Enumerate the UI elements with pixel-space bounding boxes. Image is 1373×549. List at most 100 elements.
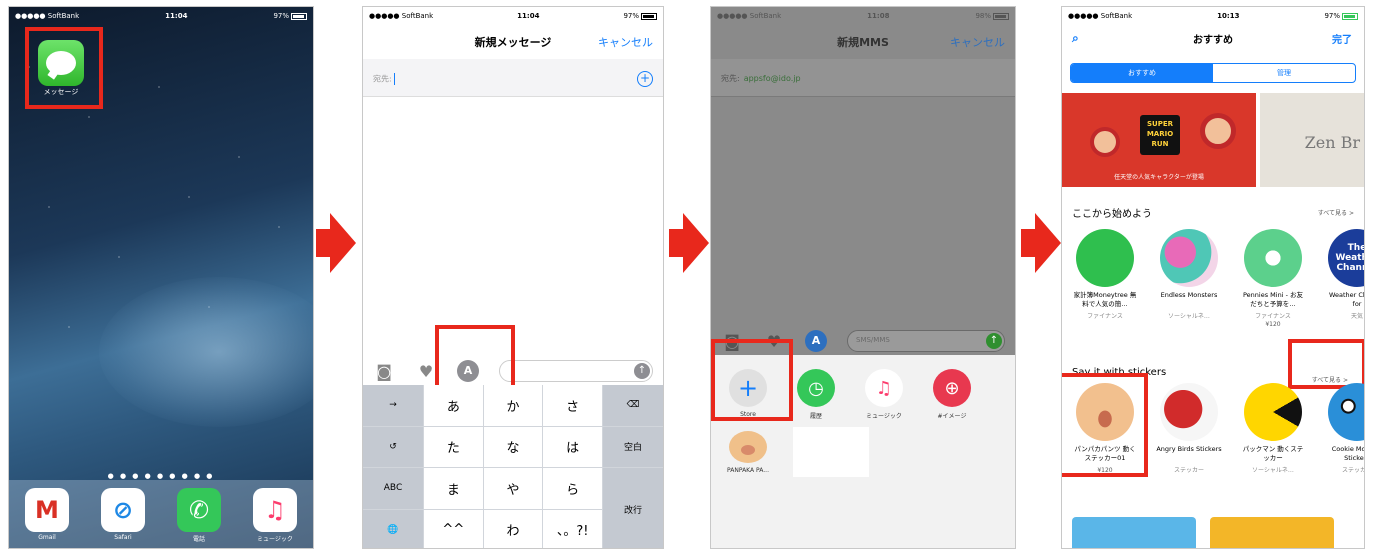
step-arrow-right [669, 213, 709, 273]
app-name: 家計簿Moneytree 無料で人気の簡… [1073, 291, 1137, 308]
key-wa[interactable]: わ [483, 509, 543, 548]
key-undo[interactable]: ↺ [363, 426, 423, 467]
key-ta[interactable]: た [424, 426, 483, 467]
app-price: ¥120 [1265, 321, 1281, 328]
clock: 10:13 [1217, 12, 1240, 20]
panpaka-sticker-app[interactable]: PANPAKA PA... [725, 431, 771, 474]
imessage-app-store-screen: ●●●●● SoftBank 10:13 97% ⌕ おすすめ 完了 おすすめ … [1061, 6, 1365, 549]
dock-app-music[interactable]: ♫ ミュージック [252, 488, 298, 543]
key-ha[interactable]: は [543, 426, 602, 467]
search-icon[interactable]: ⌕ [1072, 31, 1079, 46]
featured-banner-mario[interactable]: SUPER MARIO RUN 任天堂の人気キャラクターが登場 [1062, 93, 1256, 187]
promo-tile[interactable] [1210, 517, 1334, 548]
sticker-card[interactable]: パックマン 動くステッカー ソーシャルネ… [1240, 383, 1306, 474]
key-space[interactable]: 空白 [603, 426, 663, 467]
recipient-field[interactable]: 宛先: + [363, 59, 663, 97]
promo-tile[interactable] [1072, 517, 1196, 548]
key-ra[interactable]: ら [543, 468, 602, 509]
carrier-label: ●●●●● SoftBank [369, 12, 434, 20]
app-card[interactable]: The Weather Channel Weather Channel for … [1324, 229, 1364, 328]
battery-icon [291, 12, 307, 20]
dock-label: 電話 [192, 536, 205, 543]
app-name: パックマン 動くステッカー [1242, 445, 1304, 462]
safari-icon: ⊘ [101, 488, 145, 532]
digital-touch-icon[interactable]: ♥ [415, 362, 437, 381]
page-indicator: ● ● ● ● ● ● ● ● ● [107, 472, 215, 480]
key-na[interactable]: な [483, 426, 543, 467]
mario-character-image [1090, 127, 1120, 157]
battery-icon [641, 12, 657, 20]
app-row: 家計簿Moneytree 無料で人気の簡… ファイナンス Endless Mon… [1072, 229, 1364, 328]
cancel-button[interactable]: キャンセル [598, 34, 653, 50]
highlight-store-button [711, 339, 793, 421]
status-bar: ●●●●● SoftBank 11:08 98% [711, 7, 1015, 25]
key-abc[interactable]: ABC [363, 468, 423, 509]
key-ma[interactable]: ま [424, 468, 483, 509]
key-emoticon[interactable]: ^^ [424, 509, 483, 548]
key-a[interactable]: あ [424, 385, 483, 426]
images-app[interactable]: ⊕ #イメージ [929, 369, 975, 420]
banner-caption: 任天堂の人気キャラクターが登場 [1114, 174, 1204, 181]
dock-app-phone[interactable]: ✆ 電話 [176, 488, 222, 543]
key-punctuation[interactable]: 、。?! [543, 509, 602, 548]
camera-icon[interactable]: ◙ [373, 362, 395, 381]
dock-app-safari[interactable]: ⊘ Safari [100, 488, 146, 541]
battery-icon [993, 12, 1009, 20]
dock-app-gmail[interactable]: M Gmail [24, 488, 70, 541]
home-screen: ●●●●● SoftBank 11:04 97% メッセージ ● ● ● ● ●… [8, 6, 314, 549]
app-card[interactable]: 家計簿Moneytree 無料で人気の簡… ファイナンス [1072, 229, 1138, 328]
to-label: 宛先: [721, 74, 740, 83]
carrier-label: ●●●●● SoftBank [717, 12, 782, 20]
tab-manage[interactable]: 管理 [1213, 64, 1355, 82]
app-label: 履歴 [809, 413, 822, 420]
tab-featured[interactable]: おすすめ [1071, 64, 1213, 82]
nav-bar: 新規MMS キャンセル [711, 25, 1015, 59]
app-name: Weather Channel for [1328, 291, 1364, 308]
key-ya[interactable]: や [483, 468, 543, 509]
message-field[interactable]: ↑ [499, 360, 653, 382]
add-contact-icon[interactable]: + [637, 71, 653, 87]
app-name: Cookie Monster Stickers [1331, 445, 1364, 462]
send-icon[interactable]: ↑ [634, 363, 650, 379]
page-title: おすすめ [1193, 34, 1233, 46]
highlight-messages-app [25, 27, 103, 109]
app-store-button[interactable]: A [805, 330, 827, 352]
key-arrow[interactable]: → [363, 385, 423, 426]
key-return[interactable]: 改行 [603, 468, 663, 548]
done-button[interactable]: 完了 [1332, 31, 1352, 46]
app-card[interactable]: Endless Monsters ソーシャルネ… [1156, 229, 1222, 328]
message-field[interactable]: SMS/MMS ↑ [847, 330, 1005, 352]
cancel-button[interactable]: キャンセル [950, 34, 1005, 50]
key-delete[interactable]: ⌫ [603, 385, 663, 426]
clock: 11:04 [165, 12, 188, 20]
angry-birds-icon [1160, 383, 1218, 441]
sticker-card[interactable]: Angry Birds Stickers ステッカー [1156, 383, 1222, 474]
weather-channel-icon: The Weather Channel [1328, 229, 1364, 287]
nav-bar: ⌕ おすすめ 完了 [1062, 25, 1364, 51]
key-ka[interactable]: か [483, 385, 543, 426]
key-sa[interactable]: さ [543, 385, 602, 426]
sticker-card[interactable]: Cookie Monster Stickers ステッカー [1324, 383, 1364, 474]
to-label: 宛先: [373, 74, 392, 84]
battery-indicator: 97% [623, 12, 657, 20]
featured-banner-zen[interactable]: Zen Br [1260, 93, 1364, 187]
globe-icon[interactable]: 🌐 [363, 509, 423, 548]
text-caret [393, 73, 395, 85]
app-category: 天気 [1350, 313, 1363, 320]
battery-indicator: 98% [975, 12, 1009, 20]
recents-app[interactable]: ◷ 履歴 [793, 369, 839, 420]
mario-character-image [1200, 113, 1236, 149]
app-name: Angry Birds Stickers [1156, 445, 1222, 453]
step-arrow-right [316, 213, 356, 273]
app-card[interactable]: Pennies Mini - お友だちと予算を… ファイナンス ¥120 [1240, 229, 1306, 328]
clock: 11:04 [517, 12, 540, 20]
dock: M Gmail ⊘ Safari ✆ 電話 ♫ ミュージック [9, 480, 313, 548]
recipient-field[interactable]: 宛先: appsfo@ido.jp [711, 59, 1015, 97]
nav-bar: 新規メッセージ キャンセル [363, 25, 663, 59]
battery-indicator: 97% [273, 12, 307, 20]
app-category: ステッカー [1341, 467, 1364, 474]
dock-label: Safari [114, 534, 132, 541]
send-icon[interactable]: ↑ [986, 333, 1002, 349]
music-app[interactable]: ♫ ミュージック [861, 369, 907, 420]
see-all-link[interactable]: すべて見る > [1318, 208, 1354, 217]
